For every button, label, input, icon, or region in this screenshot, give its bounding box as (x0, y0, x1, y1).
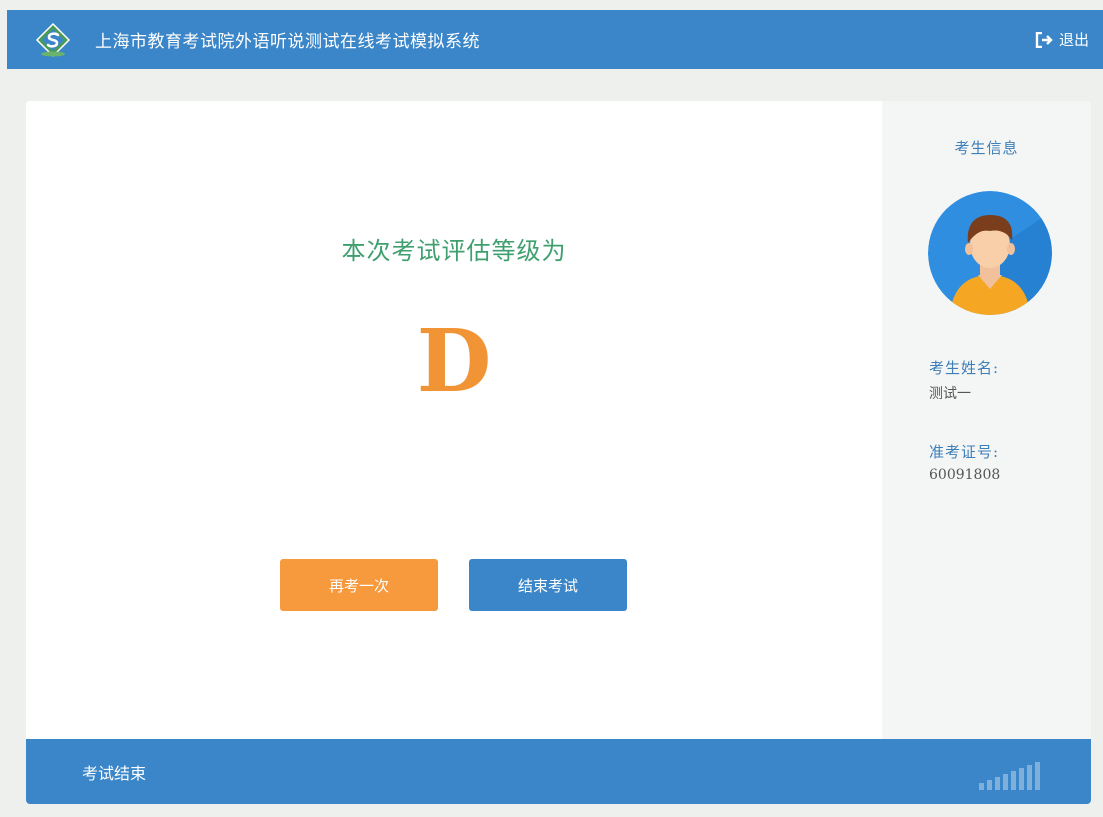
student-name-value: 测试一 (929, 386, 971, 402)
logout-icon (1035, 31, 1053, 48)
student-avatar (928, 191, 1052, 315)
app-title: 上海市教育考试院外语听说测试在线考试模拟系统 (95, 32, 480, 52)
exam-status-text: 考试结束 (82, 763, 147, 783)
result-panel: 本次考试评估等级为 D 再考一次 结束考试 (26, 101, 882, 739)
status-bar: 考试结束 (26, 739, 1091, 804)
grade-value: D (416, 311, 492, 412)
app-header: 上海市教育考试院外语听说测试在线考试模拟系统 退出 (7, 10, 1103, 69)
student-name-label: 考生姓名: (929, 359, 1000, 377)
logout-button[interactable]: 退出 (1035, 10, 1089, 69)
admission-number-value: 60091808 (929, 467, 1001, 483)
admission-number-label: 准考证号: (929, 443, 1000, 461)
signal-strength-icon (977, 761, 1047, 791)
logout-label: 退出 (1058, 31, 1089, 49)
exam-logo-icon (33, 20, 73, 60)
result-card: 本次考试评估等级为 D 再考一次 结束考试 考生信息 考生姓名: 测试一 准考证… (26, 101, 1091, 804)
result-label: 本次考试评估等级为 (341, 237, 567, 265)
student-info-title: 考生信息 (954, 139, 1019, 157)
retry-button[interactable]: 再考一次 (280, 559, 438, 611)
student-info-panel: 考生信息 考生姓名: 测试一 准考证号: 60091808 (882, 101, 1091, 739)
end-exam-button[interactable]: 结束考试 (469, 559, 627, 611)
